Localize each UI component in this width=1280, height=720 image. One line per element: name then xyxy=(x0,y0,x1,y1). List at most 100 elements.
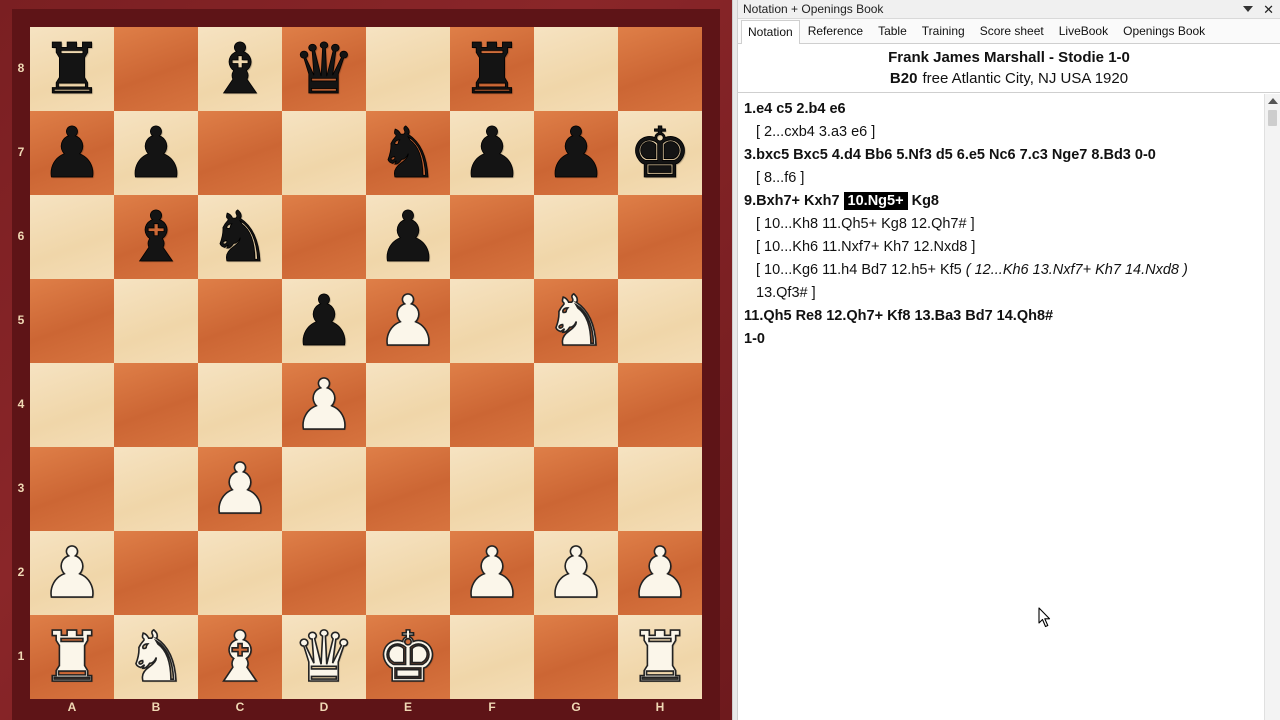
square-h3[interactable] xyxy=(618,447,702,531)
white-pawn-icon[interactable]: ♟ xyxy=(376,285,440,357)
variation-line[interactable]: [ 10...Kh6 11.Nxf7+ Kh7 12.Nxd8 ] xyxy=(744,236,1254,259)
square-d4[interactable]: ♟ xyxy=(282,363,366,447)
square-f2[interactable]: ♟ xyxy=(450,531,534,615)
black-bishop-icon[interactable]: ♝ xyxy=(208,34,272,105)
black-pawn-icon[interactable]: ♟ xyxy=(376,202,440,273)
square-b4[interactable] xyxy=(114,363,198,447)
square-h4[interactable] xyxy=(618,363,702,447)
square-e8[interactable] xyxy=(366,27,450,111)
square-a3[interactable] xyxy=(30,447,114,531)
move-text[interactable]: Kg8 xyxy=(908,193,939,209)
square-b8[interactable] xyxy=(114,27,198,111)
variation-line[interactable]: [ 2...cxb4 3.a3 e6 ] xyxy=(744,121,1254,144)
square-g6[interactable] xyxy=(534,195,618,279)
square-c8[interactable]: ♝ xyxy=(198,27,282,111)
square-c5[interactable] xyxy=(198,279,282,363)
black-pawn-icon[interactable]: ♟ xyxy=(124,118,188,189)
square-f8[interactable]: ♜ xyxy=(450,27,534,111)
variation-text[interactable]: [ 10...Kg6 11.h4 Bd7 12.h5+ Kf5 xyxy=(756,262,966,278)
square-b5[interactable] xyxy=(114,279,198,363)
square-d6[interactable] xyxy=(282,195,366,279)
black-king-icon[interactable]: ♚ xyxy=(628,118,692,189)
black-rook-icon[interactable]: ♜ xyxy=(40,34,104,105)
square-a8[interactable]: ♜ xyxy=(30,27,114,111)
black-knight-icon[interactable]: ♞ xyxy=(376,118,440,189)
chess-board[interactable]: ♜ ♝ ♛ ♜ ♟ ♟ ♞ ♟ ♟ ♚ ♝ ♞ ♟ ♟ ♟ ♞ ♟ ♟ ♟ ♟ ♟ ♟ ♜ ♞ ♝ ♛ ♚ ♜ xyxy=(30,27,702,699)
square-d5[interactable]: ♟ xyxy=(282,279,366,363)
tab-reference[interactable]: Reference xyxy=(801,19,870,43)
chevron-down-icon[interactable] xyxy=(1243,6,1254,12)
square-f1[interactable] xyxy=(450,615,534,699)
variation-line[interactable]: [ 8...f6 ] xyxy=(744,167,1254,190)
square-c2[interactable] xyxy=(198,531,282,615)
square-a4[interactable] xyxy=(30,363,114,447)
square-e3[interactable] xyxy=(366,447,450,531)
square-f4[interactable] xyxy=(450,363,534,447)
white-pawn-icon[interactable]: ♟ xyxy=(628,537,692,609)
current-move[interactable]: 10.Ng5+ xyxy=(843,192,908,210)
square-a7[interactable]: ♟ xyxy=(30,111,114,195)
white-knight-icon[interactable]: ♞ xyxy=(544,285,608,357)
black-knight-icon[interactable]: ♞ xyxy=(208,202,272,273)
move-line[interactable]: 1.e4 c5 2.b4 e6 xyxy=(744,98,1254,121)
square-d7[interactable] xyxy=(282,111,366,195)
square-f6[interactable] xyxy=(450,195,534,279)
square-c1[interactable]: ♝ xyxy=(198,615,282,699)
square-b7[interactable]: ♟ xyxy=(114,111,198,195)
black-rook-icon[interactable]: ♜ xyxy=(460,34,524,105)
scroll-thumb[interactable] xyxy=(1268,110,1277,126)
square-h7[interactable]: ♚ xyxy=(618,111,702,195)
tab-openings-book[interactable]: Openings Book xyxy=(1116,19,1212,43)
white-king-icon[interactable]: ♚ xyxy=(376,621,440,693)
tab-training[interactable]: Training xyxy=(915,19,972,43)
close-icon[interactable]: ✕ xyxy=(1263,3,1274,16)
variation-line[interactable]: [ 10...Kh8 11.Qh5+ Kg8 12.Qh7# ] xyxy=(744,213,1254,236)
square-c4[interactable] xyxy=(198,363,282,447)
white-rook-icon[interactable]: ♜ xyxy=(40,621,104,693)
white-rook-icon[interactable]: ♜ xyxy=(628,621,692,693)
square-e1[interactable]: ♚ xyxy=(366,615,450,699)
square-f5[interactable] xyxy=(450,279,534,363)
white-bishop-icon[interactable]: ♝ xyxy=(208,621,272,693)
notation-scrollbar[interactable] xyxy=(1264,94,1280,720)
move-line[interactable]: 3.bxc5 Bxc5 4.d4 Bb6 5.Nf3 d5 6.e5 Nc6 7… xyxy=(744,144,1254,167)
black-pawn-icon[interactable]: ♟ xyxy=(40,118,104,189)
square-g3[interactable] xyxy=(534,447,618,531)
square-g4[interactable] xyxy=(534,363,618,447)
black-bishop-icon[interactable]: ♝ xyxy=(124,202,188,273)
black-pawn-icon[interactable]: ♟ xyxy=(460,118,524,189)
square-c7[interactable] xyxy=(198,111,282,195)
square-a1[interactable]: ♜ xyxy=(30,615,114,699)
square-g1[interactable] xyxy=(534,615,618,699)
square-g5[interactable]: ♞ xyxy=(534,279,618,363)
white-pawn-icon[interactable]: ♟ xyxy=(292,369,356,441)
square-b3[interactable] xyxy=(114,447,198,531)
square-a2[interactable]: ♟ xyxy=(30,531,114,615)
square-h2[interactable]: ♟ xyxy=(618,531,702,615)
square-e4[interactable] xyxy=(366,363,450,447)
variation-line[interactable]: [ 10...Kg6 11.h4 Bd7 12.h5+ Kf5 ( 12...K… xyxy=(744,259,1254,282)
black-pawn-icon[interactable]: ♟ xyxy=(292,286,356,357)
white-knight-icon[interactable]: ♞ xyxy=(124,621,188,693)
square-b1[interactable]: ♞ xyxy=(114,615,198,699)
square-b2[interactable] xyxy=(114,531,198,615)
square-d8[interactable]: ♛ xyxy=(282,27,366,111)
square-a5[interactable] xyxy=(30,279,114,363)
square-g7[interactable]: ♟ xyxy=(534,111,618,195)
square-g2[interactable]: ♟ xyxy=(534,531,618,615)
square-a6[interactable] xyxy=(30,195,114,279)
scroll-up-icon[interactable] xyxy=(1268,98,1278,104)
square-e6[interactable]: ♟ xyxy=(366,195,450,279)
move-text[interactable]: 9.Bxh7+ Kxh7 xyxy=(744,193,844,209)
subvariation-text[interactable]: ( 12...Kh6 13.Nxf7+ Kh7 14.Nxd8 ) xyxy=(966,262,1188,278)
tab-livebook[interactable]: LiveBook xyxy=(1052,19,1115,43)
tab-table[interactable]: Table xyxy=(871,19,914,43)
square-e2[interactable] xyxy=(366,531,450,615)
square-h8[interactable] xyxy=(618,27,702,111)
square-d2[interactable] xyxy=(282,531,366,615)
square-h5[interactable] xyxy=(618,279,702,363)
square-h1[interactable]: ♜ xyxy=(618,615,702,699)
white-queen-icon[interactable]: ♛ xyxy=(292,621,356,693)
square-d1[interactable]: ♛ xyxy=(282,615,366,699)
notation-text[interactable]: 1.e4 c5 2.b4 e6 [ 2...cxb4 3.a3 e6 ] 3.b… xyxy=(738,94,1260,720)
